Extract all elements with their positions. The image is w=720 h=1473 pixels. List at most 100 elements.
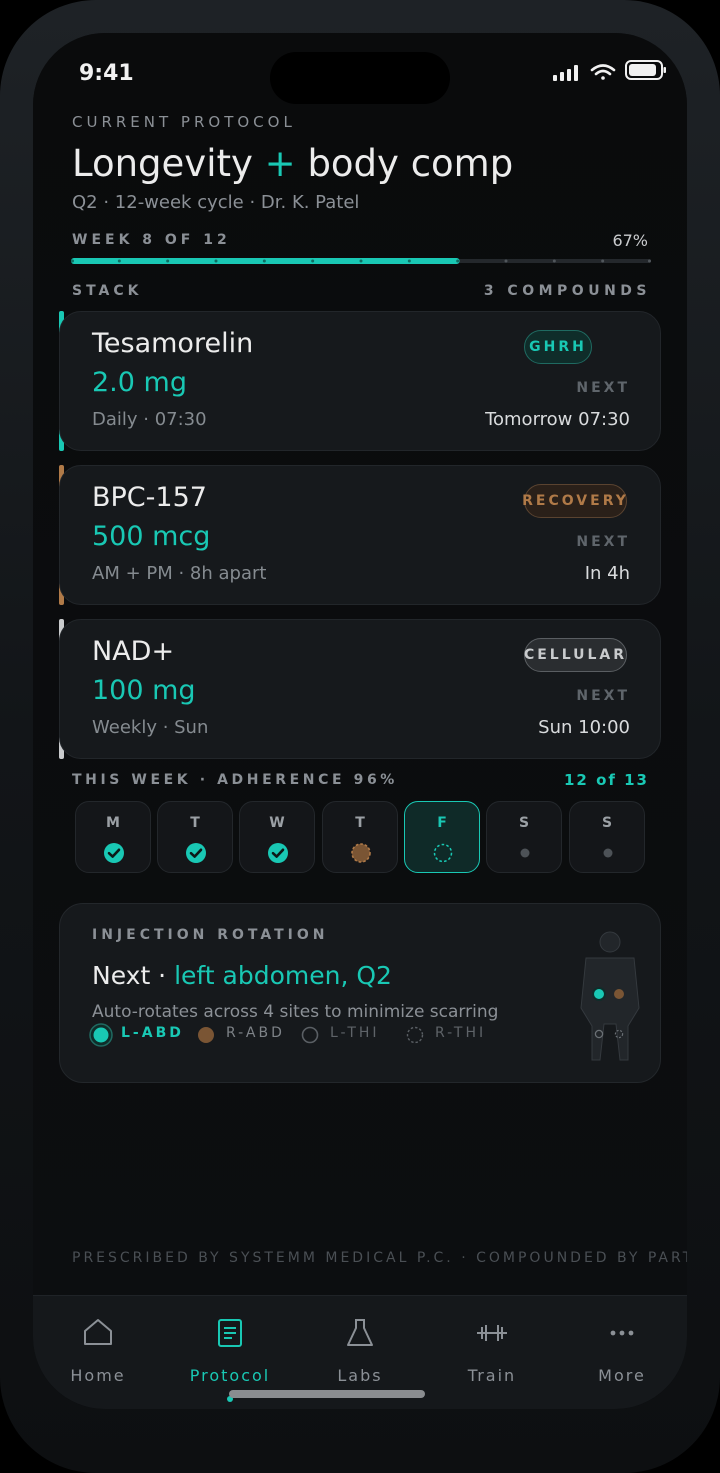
week-tick bbox=[311, 259, 315, 263]
compound-card[interactable]: Tesamorelin 2.0 mg Daily · 07:30 GHRH NE… bbox=[59, 311, 661, 451]
flask-icon bbox=[347, 1319, 373, 1346]
status-time: 9:41 bbox=[79, 61, 134, 86]
week-tick bbox=[71, 259, 74, 263]
day-letter: T bbox=[190, 815, 200, 831]
home-indicator[interactable] bbox=[229, 1390, 425, 1398]
day-wednesday[interactable]: W bbox=[239, 801, 315, 873]
active-site-icon bbox=[89, 1023, 113, 1047]
day-letter: T bbox=[355, 815, 365, 831]
tab-train[interactable]: Train bbox=[427, 1296, 557, 1409]
compound-schedule: Weekly · Sun bbox=[92, 717, 209, 738]
stack-label: STACK bbox=[72, 283, 143, 299]
used-site-icon bbox=[198, 1027, 214, 1043]
week-tick bbox=[407, 259, 411, 263]
check-circle-icon bbox=[268, 843, 288, 863]
tab-label: More bbox=[598, 1366, 646, 1385]
page-title: Longevity + body comp bbox=[72, 142, 513, 185]
site-label-l-abd: L-ABD bbox=[121, 1025, 184, 1041]
week-tick bbox=[648, 259, 651, 263]
next-dose-time: Tomorrow 07:30 bbox=[485, 409, 630, 430]
day-letter: F bbox=[437, 815, 447, 831]
dumbbell-icon bbox=[477, 1325, 507, 1341]
page-subtitle: Q2 · 12-week cycle · Dr. K. Patel bbox=[72, 192, 360, 213]
next-site: Next · left abdomen, Q2 bbox=[92, 961, 392, 990]
open-site-icon bbox=[301, 1026, 319, 1044]
week-tick bbox=[262, 259, 266, 263]
tab-label: Labs bbox=[337, 1366, 383, 1385]
title-plus: + bbox=[264, 142, 296, 185]
dynamic-island bbox=[270, 52, 450, 104]
day-monday[interactable]: M bbox=[75, 801, 151, 873]
compound-dose: 500 mcg bbox=[92, 521, 211, 552]
battery-icon bbox=[625, 60, 666, 80]
day-saturday[interactable]: S bbox=[486, 801, 562, 873]
day-letter: M bbox=[106, 815, 120, 831]
compound-schedule: AM + PM · 8h apart bbox=[92, 563, 267, 584]
week-label: WEEK 8 OF 12 bbox=[72, 232, 231, 248]
document-icon bbox=[218, 1319, 242, 1347]
week-tick bbox=[117, 259, 121, 263]
week-tick bbox=[504, 259, 508, 263]
title-part-1: Longevity bbox=[72, 142, 253, 185]
week-tick bbox=[552, 259, 556, 263]
tab-label: Protocol bbox=[189, 1366, 271, 1385]
tab-home[interactable]: Home bbox=[33, 1296, 163, 1409]
injection-rotation-card[interactable]: INJECTION ROTATION Next · left abdomen, … bbox=[59, 903, 661, 1083]
progress-percent: 67% bbox=[612, 231, 648, 250]
site-label-l-thi: L-THI bbox=[330, 1025, 380, 1041]
day-friday-today[interactable]: F bbox=[404, 801, 480, 873]
compound-dose: 100 mg bbox=[92, 675, 196, 706]
next-dose-time: In 4h bbox=[584, 563, 630, 584]
category-badge: GHRH bbox=[524, 330, 592, 364]
partial-dose-icon bbox=[351, 843, 371, 863]
day-letter: W bbox=[269, 815, 285, 831]
adherence-label: THIS WEEK · ADHERENCE 96% bbox=[72, 772, 398, 788]
compound-schedule: Daily · 07:30 bbox=[92, 409, 207, 430]
pending-dose-icon bbox=[433, 843, 453, 863]
next-site-name: left abdomen, Q2 bbox=[174, 961, 392, 990]
day-tuesday[interactable]: T bbox=[157, 801, 233, 873]
week-tick bbox=[214, 259, 218, 263]
rotation-label: INJECTION ROTATION bbox=[92, 927, 329, 943]
tab-more[interactable]: More bbox=[557, 1296, 687, 1409]
body-diagram-icon bbox=[580, 931, 640, 1061]
next-label: NEXT bbox=[576, 534, 630, 550]
pending-site-icon bbox=[406, 1026, 424, 1044]
eyebrow-label: CURRENT PROTOCOL bbox=[72, 113, 296, 131]
home-icon bbox=[84, 1319, 112, 1345]
site-label-r-abd: R-ABD bbox=[226, 1025, 285, 1041]
upcoming-dot-icon bbox=[603, 848, 613, 858]
screen: 9:41 CURRENT PROTOCOL Longevity + body c… bbox=[33, 33, 687, 1409]
day-sunday[interactable]: S bbox=[569, 801, 645, 873]
compound-name: Tesamorelin bbox=[92, 328, 254, 359]
category-badge: RECOVERY bbox=[522, 484, 627, 518]
prescription-footer: PRESCRIBED BY SYSTEMM MEDICAL P.C. · COM… bbox=[72, 1250, 687, 1266]
signal-icon bbox=[553, 65, 578, 81]
week-tick bbox=[166, 259, 170, 263]
next-dose-time: Sun 10:00 bbox=[538, 717, 630, 738]
compound-count: 3 COMPOUNDS bbox=[483, 283, 651, 299]
wifi-icon bbox=[590, 64, 616, 80]
rotation-description: Auto-rotates across 4 sites to minimize … bbox=[92, 1002, 499, 1022]
tab-label: Train bbox=[467, 1366, 517, 1385]
compound-card[interactable]: BPC-157 500 mcg AM + PM · 8h apart RECOV… bbox=[59, 465, 661, 605]
compound-name: BPC-157 bbox=[92, 482, 207, 513]
next-label: NEXT bbox=[576, 380, 630, 396]
week-tick bbox=[456, 259, 460, 263]
week-tick bbox=[601, 259, 605, 263]
upcoming-dot-icon bbox=[520, 848, 530, 858]
status-icons bbox=[553, 60, 666, 81]
title-part-2: body comp bbox=[307, 142, 514, 185]
category-badge: CELLULAR bbox=[524, 638, 627, 672]
check-circle-icon bbox=[104, 843, 124, 863]
tab-label: Home bbox=[70, 1366, 126, 1385]
cycle-progress-bar bbox=[71, 258, 651, 264]
more-icon bbox=[610, 1330, 634, 1336]
check-circle-icon bbox=[186, 843, 206, 863]
site-legend: L-ABD R-ABD L-THI R-THI bbox=[89, 1023, 509, 1047]
phone-frame: 9:41 CURRENT PROTOCOL Longevity + body c… bbox=[0, 0, 720, 1473]
compound-dose: 2.0 mg bbox=[92, 367, 187, 398]
compound-card[interactable]: NAD+ 100 mg Weekly · Sun CELLULAR NEXT S… bbox=[59, 619, 661, 759]
day-thursday[interactable]: T bbox=[322, 801, 398, 873]
day-letter: S bbox=[601, 815, 613, 831]
